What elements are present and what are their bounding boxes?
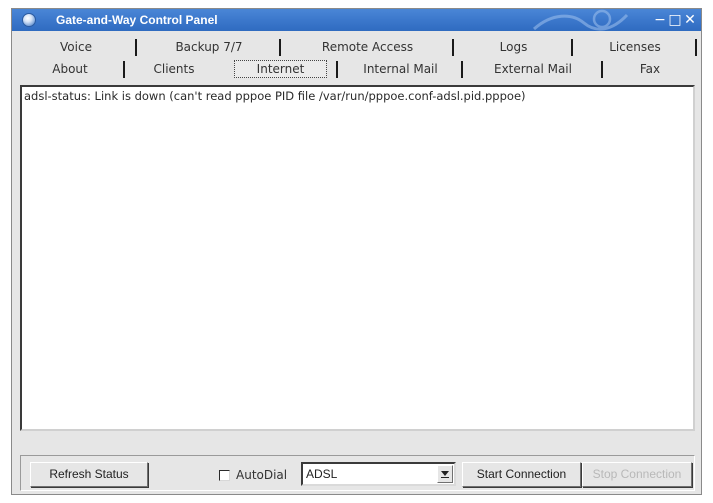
- tab-label: Internal Mail: [363, 62, 438, 76]
- refresh-status-button[interactable]: Refresh Status: [30, 462, 148, 487]
- close-icon[interactable]: ✕: [682, 12, 698, 28]
- tab-logs[interactable]: Logs: [454, 38, 573, 57]
- tab-label: Fax: [639, 62, 661, 76]
- tab-label: Clients: [153, 62, 195, 76]
- chevron-down-icon[interactable]: [437, 465, 453, 483]
- tab-external-mail[interactable]: External Mail: [463, 60, 603, 79]
- start-connection-button[interactable]: Start Connection: [462, 462, 581, 487]
- tab-label: Voice: [60, 40, 92, 54]
- tab-label: External Mail: [494, 62, 572, 76]
- window-title: Gate-and-Way Control Panel: [56, 13, 218, 27]
- autodial-checkbox[interactable]: [219, 470, 230, 481]
- autodial-label: AutoDial: [236, 468, 288, 482]
- tab-backup[interactable]: Backup 7/7: [137, 38, 281, 57]
- tab-bar: Voice Backup 7/7 Remote Access Logs Lice…: [15, 33, 699, 85]
- maximize-icon[interactable]: □: [667, 12, 683, 28]
- tab-internal-mail[interactable]: Internal Mail: [338, 60, 463, 79]
- control-panel-window: Gate-and-Way Control Panel − □ ✕ Voice B…: [11, 8, 702, 495]
- tab-row-1: Voice Backup 7/7 Remote Access Logs Lice…: [15, 38, 699, 57]
- tab-label: Internet: [233, 60, 328, 78]
- connection-type-value: ADSL: [306, 467, 338, 481]
- tab-about[interactable]: About: [15, 60, 125, 79]
- tab-label: Licenses: [609, 40, 661, 54]
- bottom-toolbar: Refresh Status AutoDial ADSL Start Conne…: [20, 455, 695, 491]
- tab-label: Remote Access: [321, 40, 414, 54]
- title-bar[interactable]: Gate-and-Way Control Panel − □ ✕: [12, 9, 701, 31]
- tab-remote-access[interactable]: Remote Access: [281, 38, 454, 57]
- title-bar-decoration-icon: [533, 9, 629, 31]
- tab-fax[interactable]: Fax: [603, 60, 697, 79]
- tab-internet[interactable]: Internet: [223, 60, 338, 79]
- tab-clients[interactable]: Clients: [125, 60, 223, 79]
- tab-row-2: About Clients Internet Internal Mail Ext…: [15, 60, 699, 79]
- tab-label: About: [52, 62, 88, 76]
- app-globe-icon[interactable]: [22, 13, 36, 27]
- tab-label: Logs: [499, 40, 528, 54]
- connection-type-select[interactable]: ADSL: [301, 462, 456, 486]
- status-text: adsl-status: Link is down (can't read pp…: [24, 89, 526, 103]
- stop-connection-button[interactable]: Stop Connection: [582, 462, 692, 487]
- status-output-area[interactable]: adsl-status: Link is down (can't read pp…: [20, 85, 695, 431]
- minimize-icon[interactable]: −: [652, 12, 668, 28]
- tab-label: Backup 7/7: [175, 40, 243, 54]
- tab-licenses[interactable]: Licenses: [573, 38, 697, 57]
- tab-voice[interactable]: Voice: [15, 38, 137, 57]
